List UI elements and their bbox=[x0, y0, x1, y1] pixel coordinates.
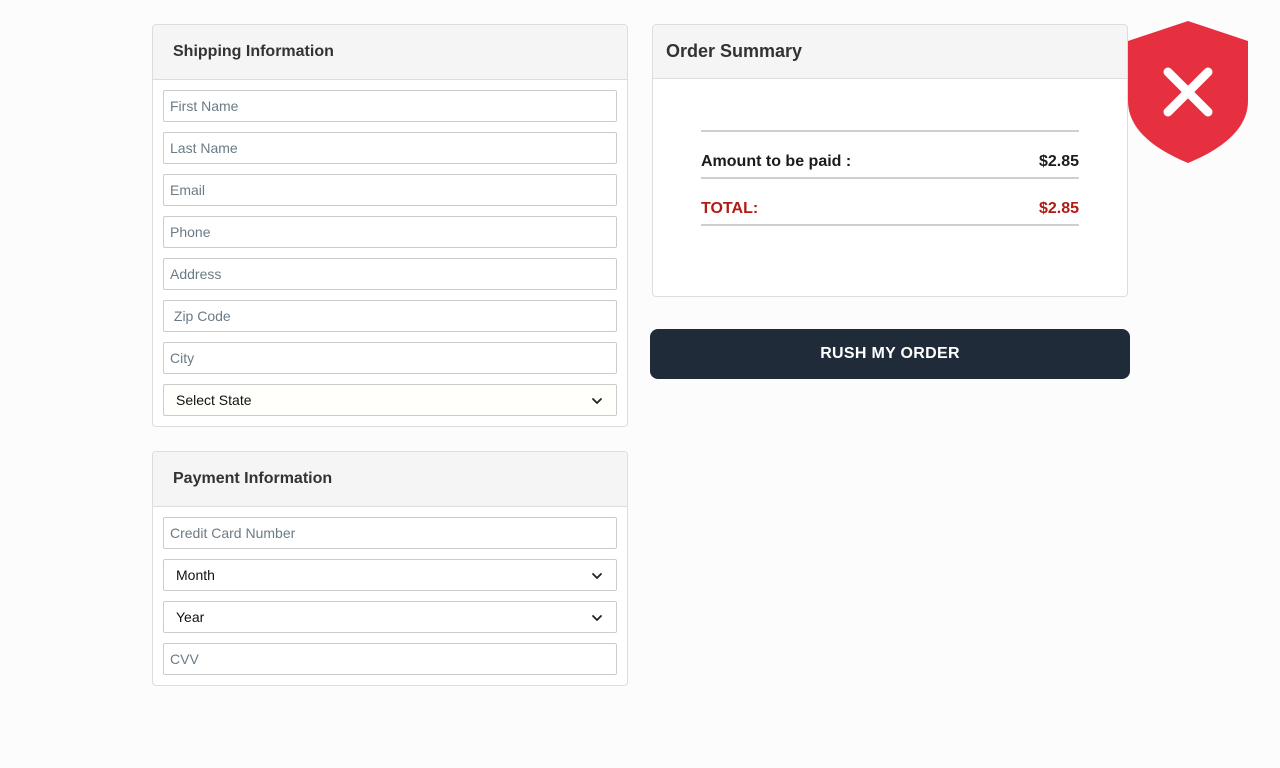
order-summary-panel: Order Summary Amount to be paid : $2.85 … bbox=[652, 24, 1128, 297]
shield-x-icon bbox=[1128, 21, 1248, 163]
city-field[interactable] bbox=[163, 342, 617, 374]
order-summary-title: Order Summary bbox=[653, 25, 1127, 79]
first-name-field[interactable] bbox=[163, 90, 617, 122]
amount-label: Amount to be paid : bbox=[701, 153, 852, 170]
total-label: TOTAL: bbox=[701, 200, 759, 217]
payment-title: Payment Information bbox=[153, 452, 627, 507]
chevron-down-icon bbox=[592, 615, 602, 621]
email-field[interactable] bbox=[163, 174, 617, 206]
state-select-value: Select State bbox=[176, 392, 252, 408]
amount-row: Amount to be paid : $2.85 bbox=[701, 132, 1079, 179]
year-select-value: Year bbox=[176, 609, 205, 625]
credit-card-field[interactable] bbox=[163, 517, 617, 549]
state-select[interactable]: Select State bbox=[163, 384, 617, 416]
chevron-down-icon bbox=[592, 573, 602, 579]
rush-my-order-button[interactable]: RUSH MY ORDER bbox=[650, 329, 1130, 379]
payment-panel: Payment Information Month Year bbox=[152, 451, 628, 686]
shipping-title: Shipping Information bbox=[153, 25, 627, 80]
order-summary-body: Amount to be paid : $2.85 TOTAL: $2.85 bbox=[701, 130, 1079, 226]
shipping-panel: Shipping Information Select State bbox=[152, 24, 628, 427]
total-value: $2.85 bbox=[1038, 200, 1079, 217]
month-select-value: Month bbox=[176, 567, 215, 583]
total-row: TOTAL: $2.85 bbox=[701, 179, 1079, 226]
address-field[interactable] bbox=[163, 258, 617, 290]
month-select[interactable]: Month bbox=[163, 559, 617, 591]
cvv-field[interactable] bbox=[163, 643, 617, 675]
phone-field[interactable] bbox=[163, 216, 617, 248]
zip-code-field[interactable] bbox=[163, 300, 617, 332]
last-name-field[interactable] bbox=[163, 132, 617, 164]
year-select[interactable]: Year bbox=[163, 601, 617, 633]
amount-value: $2.85 bbox=[1038, 153, 1079, 170]
chevron-down-icon bbox=[592, 398, 602, 404]
